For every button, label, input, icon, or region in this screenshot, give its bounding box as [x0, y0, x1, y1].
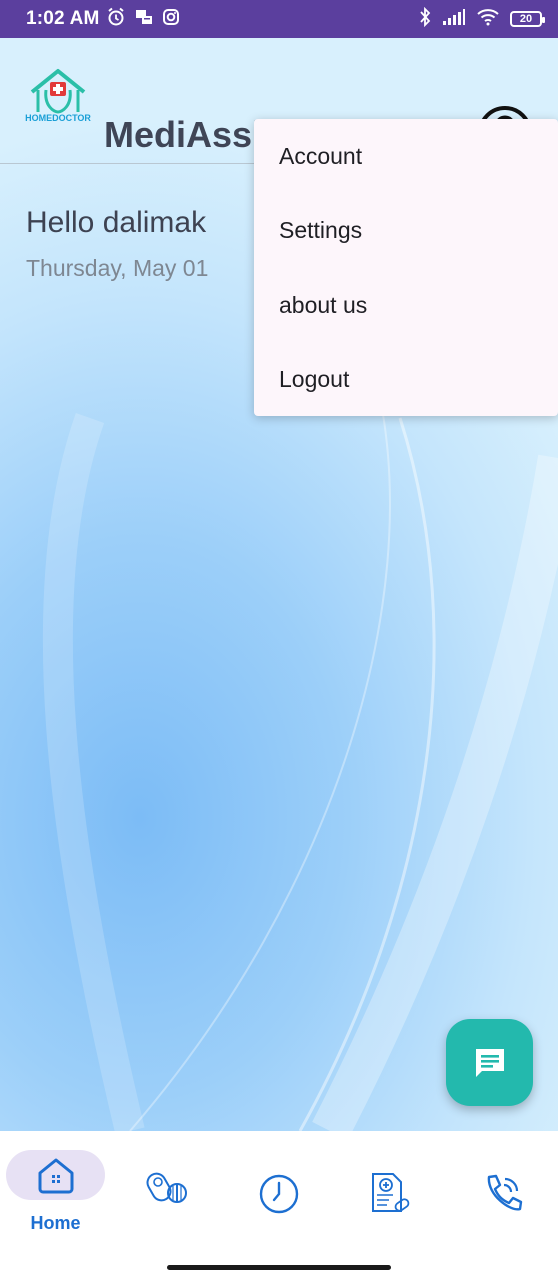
chat-icon — [475, 1048, 504, 1077]
nav-item-home[interactable]: Home — [0, 1131, 105, 1251]
nav-item-medicine[interactable] — [118, 1131, 218, 1251]
profile-menu: Account Settings about us Logout — [254, 119, 558, 416]
prescription-icon — [372, 1173, 410, 1212]
message-icon — [135, 8, 153, 31]
status-bar: 1:02 AM 20 — [0, 0, 558, 38]
alarm-icon — [106, 7, 126, 32]
clock-icon — [259, 1174, 299, 1214]
home-icon — [38, 1158, 74, 1194]
status-time: 1:02 AM — [26, 8, 100, 29]
phone-call-icon — [487, 1174, 523, 1211]
medicine-icon — [146, 1172, 187, 1203]
menu-item-about-us[interactable]: about us — [254, 268, 558, 343]
greeting-text: Hello dalimak — [26, 206, 207, 239]
home-doctor-logo: HOMEDOCTOR — [24, 68, 92, 124]
nav-item-history[interactable] — [229, 1131, 329, 1251]
nav-item-call[interactable] — [453, 1131, 553, 1251]
chat-fab-button[interactable] — [446, 1019, 533, 1106]
bluetooth-icon — [418, 6, 432, 32]
bottom-navigation: Home — [0, 1131, 558, 1280]
nav-label-home: Home — [30, 1213, 81, 1233]
signal-icon — [442, 8, 466, 31]
menu-item-logout[interactable]: Logout — [254, 343, 558, 418]
logo-text: HOMEDOCTOR — [25, 113, 91, 123]
gesture-bar[interactable] — [167, 1265, 391, 1270]
instagram-icon — [162, 8, 180, 31]
menu-item-account[interactable]: Account — [254, 119, 558, 194]
menu-item-settings[interactable]: Settings — [254, 194, 558, 269]
nav-item-prescriptions[interactable] — [341, 1131, 441, 1251]
wifi-icon — [476, 8, 500, 31]
date-text: Thursday, May 01 — [26, 255, 209, 281]
battery-indicator: 20 — [510, 11, 545, 27]
